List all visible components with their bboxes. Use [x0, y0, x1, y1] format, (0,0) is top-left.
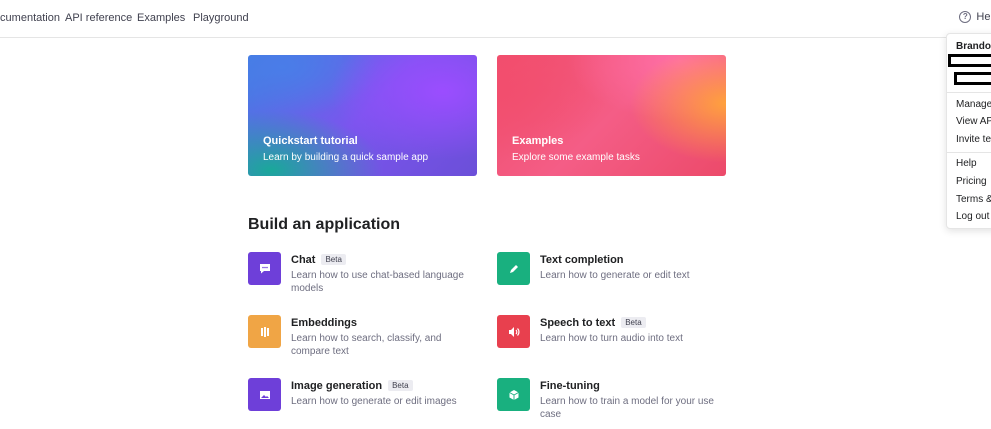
app-image-title: Image generation	[291, 380, 383, 392]
app-embeddings[interactable]: Embeddings Learn how to search, classify…	[248, 315, 478, 363]
pencil-icon	[497, 252, 530, 285]
menu-log-out[interactable]: Log out	[956, 211, 989, 222]
app-speech-to-text[interactable]: Speech to text Beta Learn how to turn aud…	[497, 315, 727, 363]
app-chat-desc: Learn how to use chat-based language mod…	[291, 270, 464, 294]
examples-card[interactable]: Examples Explore some example tasks	[497, 55, 726, 176]
user-dropdown-menu: Brandon Manage account View API keys Inv…	[946, 33, 991, 229]
app-embeddings-desc: Learn how to search, classify, and compa…	[291, 333, 442, 357]
examples-title: Examples	[512, 135, 564, 147]
nav-playground-link[interactable]: Playground	[193, 12, 249, 24]
help-label: Help	[976, 11, 991, 23]
app-title: Chat Beta	[291, 254, 346, 266]
menu-invite-team[interactable]: Invite team	[956, 134, 991, 145]
app-image-generation[interactable]: Image generation Beta Learn how to genera…	[248, 378, 478, 426]
app-text-completion[interactable]: Text completion Learn how to generate or…	[497, 252, 727, 300]
menu-divider	[947, 92, 991, 93]
app-title: Speech to text Beta	[540, 317, 646, 329]
help-icon: ?	[959, 11, 972, 23]
quickstart-subtitle: Learn by building a quick sample app	[263, 152, 429, 163]
beta-badge: Beta	[388, 380, 413, 391]
menu-pricing[interactable]: Pricing	[956, 176, 987, 187]
app-image-desc: Learn how to generate or edit images	[291, 396, 457, 407]
menu-username: Brandon	[956, 41, 991, 52]
beta-badge: Beta	[321, 254, 346, 265]
examples-subtitle: Explore some example tasks	[512, 152, 640, 163]
app-speech-title: Speech to text	[540, 317, 616, 329]
app-fine-tuning-title: Fine-tuning	[540, 380, 600, 392]
app-fine-tuning[interactable]: Fine-tuning Learn how to train a model f…	[497, 378, 727, 426]
cube-icon	[497, 378, 530, 411]
app-chat-title: Chat	[291, 254, 316, 266]
top-nav: Documentation API reference Examples Pla…	[0, 0, 991, 38]
menu-divider	[947, 152, 991, 153]
redacted-block	[954, 72, 991, 85]
speaker-icon	[497, 315, 530, 348]
embeddings-icon	[248, 315, 281, 348]
nav-api-reference-link[interactable]: API reference	[65, 12, 132, 24]
app-title: Image generation Beta	[291, 380, 413, 392]
menu-manage-account[interactable]: Manage account	[956, 99, 991, 110]
menu-help[interactable]: Help	[956, 158, 977, 169]
menu-view-api-keys[interactable]: View API keys	[956, 116, 991, 127]
app-text-completion-title: Text completion	[540, 254, 624, 266]
help-button[interactable]: ? Help	[959, 11, 991, 23]
menu-terms[interactable]: Terms & policies	[956, 194, 991, 205]
quickstart-title: Quickstart tutorial	[263, 135, 358, 147]
redacted-block	[948, 54, 991, 67]
beta-badge: Beta	[621, 317, 646, 328]
app-chat[interactable]: Chat Beta Learn how to use chat-based lan…	[248, 252, 478, 300]
nav-documentation-link[interactable]: Documentation	[0, 12, 60, 24]
app-fine-tuning-desc: Learn how to train a model for your use …	[540, 396, 714, 420]
nav-examples-link[interactable]: Examples	[137, 12, 185, 24]
image-icon	[248, 378, 281, 411]
quickstart-card[interactable]: Quickstart tutorial Learn by building a …	[248, 55, 477, 176]
app-speech-desc: Learn how to turn audio into text	[540, 333, 683, 344]
app-embeddings-title: Embeddings	[291, 317, 358, 329]
chat-bubble-icon	[248, 252, 281, 285]
section-title: Build an application	[248, 216, 401, 233]
app-text-completion-desc: Learn how to generate or edit text	[540, 270, 690, 281]
